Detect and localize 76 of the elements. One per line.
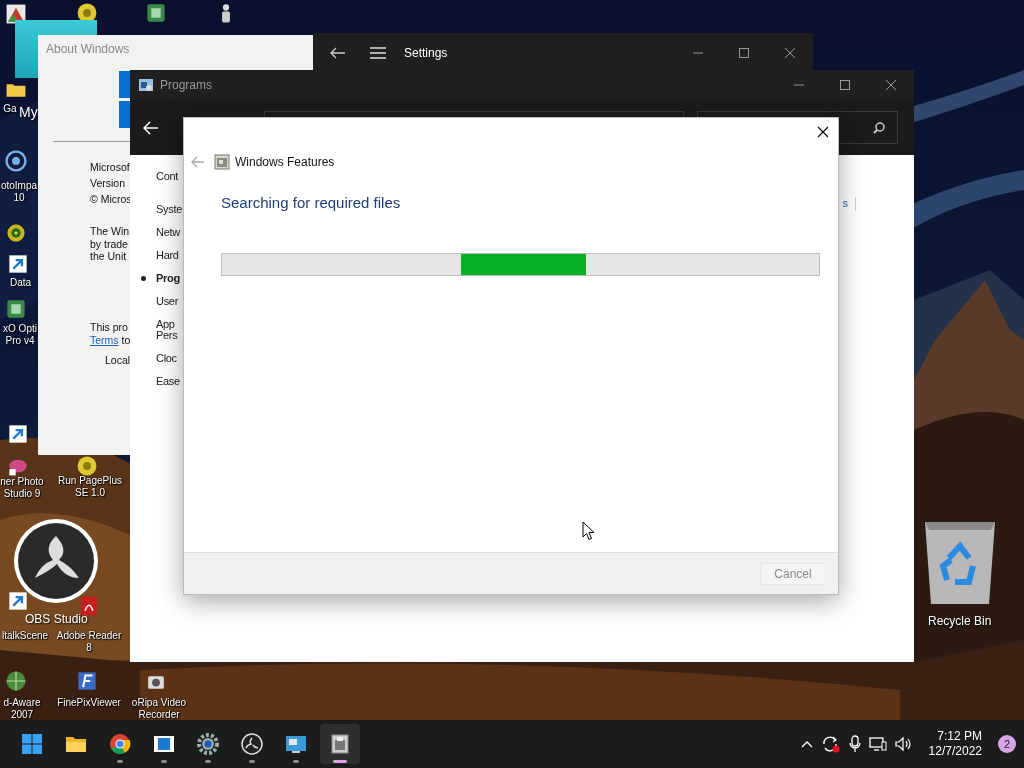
nav-link[interactable]: Hard: [156, 249, 179, 261]
paragraph-text: The Win by trade the Unit: [90, 225, 130, 263]
icon-label[interactable]: xO Opti Pro v4: [0, 323, 40, 347]
search-icon[interactable]: [873, 121, 885, 134]
app-icon[interactable]: [145, 2, 167, 24]
dialog-title: Windows Features: [235, 155, 335, 169]
nav-link[interactable]: Ease: [156, 376, 180, 388]
clock-time[interactable]: 7:12 PM: [937, 729, 982, 744]
logo-pane: [119, 101, 130, 128]
nav-link[interactable]: Cloc: [156, 353, 177, 365]
close-icon: [817, 126, 829, 138]
icon-label[interactable]: OBS Studio: [25, 612, 88, 626]
globe-icon[interactable]: [5, 670, 27, 692]
sync-icon[interactable]: [820, 735, 841, 753]
close-icon[interactable]: [885, 80, 897, 90]
icon-label[interactable]: Adobe Reader 8: [54, 630, 124, 654]
maximize-icon[interactable]: [738, 48, 750, 58]
license-text: to: [121, 333, 131, 347]
window-title: Programs: [160, 78, 212, 92]
mouse-pointer-icon: [582, 521, 595, 541]
icon-label[interactable]: FinePixViewer: [56, 697, 122, 709]
nav-link[interactable]: Syste: [156, 203, 182, 215]
app-icon[interactable]: [5, 298, 27, 320]
info-text: © Micros: [90, 192, 132, 207]
volume-icon[interactable]: [894, 736, 913, 752]
features-icon: [214, 154, 230, 170]
back-arrow-icon[interactable]: [330, 47, 346, 59]
clock-date[interactable]: 12/7/2022: [928, 744, 982, 759]
shortcut-icon[interactable]: [7, 590, 29, 612]
link-text[interactable]: s: [842, 197, 848, 209]
icon-label[interactable]: Ga: [0, 103, 20, 115]
icon-label: My: [19, 104, 38, 120]
maximize-icon[interactable]: [839, 80, 851, 90]
target-icon[interactable]: [5, 150, 27, 172]
browser-icon: [109, 733, 131, 755]
nav-link[interactable]: Prog: [156, 272, 180, 284]
features-icon: [329, 733, 351, 755]
logo-pane: [119, 71, 130, 98]
shortcut-icon[interactable]: [7, 423, 29, 445]
icon-label[interactable]: d-Aware 2007: [0, 697, 44, 721]
viewer-icon[interactable]: [76, 670, 98, 692]
icon-label[interactable]: ner Photo Studio 9: [0, 476, 44, 500]
window-title: Settings: [404, 46, 448, 60]
video-icon: [153, 733, 175, 755]
taskbar-button[interactable]: [320, 724, 360, 764]
nav-link[interactable]: Cont: [156, 171, 179, 183]
icon-label[interactable]: otoImpa 10: [0, 180, 38, 204]
monitor-icon: [285, 733, 307, 755]
status-heading: Searching for required files: [221, 194, 402, 211]
license-text: This pro: [90, 320, 128, 334]
nav-link[interactable]: Netw: [156, 226, 180, 238]
icon-label[interactable]: Recycle Bin: [928, 614, 992, 628]
icon-label[interactable]: oRipa Video Recorder: [124, 697, 194, 721]
notification-badge[interactable]: 2: [998, 735, 1016, 753]
obs-icon[interactable]: [13, 518, 99, 604]
info-text: Version: [90, 176, 126, 191]
settings-icon: [197, 733, 219, 755]
programs-icon: [138, 77, 154, 93]
chevron-icon[interactable]: [800, 740, 813, 748]
disc-icon[interactable]: [76, 455, 98, 477]
info-text: Microsof: [90, 160, 130, 175]
icon-label[interactable]: Run PagePlus SE 1.0: [54, 475, 126, 499]
start-icon: [21, 733, 43, 755]
microphone-icon[interactable]: [848, 735, 861, 753]
network-icon[interactable]: [868, 736, 887, 752]
local-text: Local: [105, 353, 131, 366]
menu-icon[interactable]: [370, 47, 386, 59]
icon-label[interactable]: Data: [10, 277, 32, 289]
shortcut-icon[interactable]: [7, 253, 29, 275]
window-title: About Windows: [45, 41, 131, 56]
terms-link[interactable]: Terms: [90, 333, 119, 347]
icon-label[interactable]: ltalkScene: [0, 630, 50, 642]
close-icon[interactable]: [784, 48, 796, 58]
obs-icon: [241, 733, 263, 755]
nav-link[interactable]: App Pers: [156, 318, 178, 342]
nav-link[interactable]: User: [156, 295, 179, 307]
